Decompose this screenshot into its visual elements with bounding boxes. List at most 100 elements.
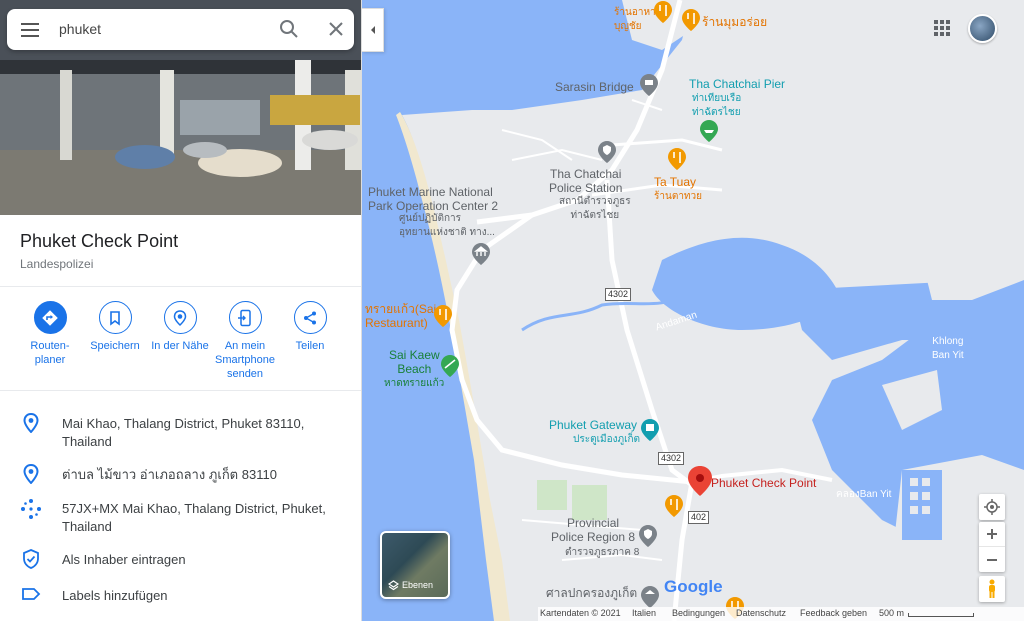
directions-button[interactable]: Routen- planer: [15, 301, 85, 367]
google-logo: Google: [664, 577, 723, 596]
place-title: Phuket Check Point: [20, 231, 179, 251]
map-label-phuket-gateway-thai: ประตูเมืองภูเก็ต: [573, 434, 641, 445]
zoom-in-button[interactable]: [979, 522, 1005, 547]
collapse-panel-button[interactable]: [362, 8, 384, 52]
layers-icon: [388, 580, 399, 591]
restaurant-pin-icon[interactable]: [665, 495, 683, 517]
map-label-khlong-ban-yit: Khlong Ban Yit: [932, 336, 964, 361]
location-pin-icon: [20, 464, 42, 486]
selected-place-pin-icon[interactable]: [688, 466, 712, 496]
zoom-controls: [979, 522, 1005, 572]
map-label-sai-kaew-thai: หาดทรายแก้ว: [384, 378, 445, 389]
map-canvas[interactable]: ร้านอาหาร บุญชัย ร้านมุมอร่อย Sarasin Bri…: [362, 0, 1024, 621]
pegman-icon: [989, 579, 995, 598]
beach-pin-icon[interactable]: [441, 355, 459, 377]
save-label: Speichern: [90, 340, 140, 352]
map-label-court[interactable]: ศาลปกครองภูเก็ต: [546, 586, 637, 600]
road-shield-4302: 4302: [658, 452, 685, 465]
plus-code-icon: [20, 498, 42, 520]
road-shield-4302: 4302: [605, 288, 632, 301]
map-label-police-station-thai: สถานีตำรวจภูธร ท่าฉัตรไชย: [559, 196, 631, 221]
chevron-left-icon: [370, 26, 375, 34]
directions-icon: [33, 301, 67, 334]
road-shield-402: 402: [688, 511, 710, 524]
map-label-provincial-police[interactable]: Provincial Police Region 8: [551, 516, 635, 544]
claim-business-text: Als Inhaber eintragen: [62, 552, 186, 567]
apps-grid-icon[interactable]: [934, 20, 950, 36]
nearby-label: In der Nähe: [151, 340, 209, 352]
minus-icon: [987, 558, 997, 561]
restaurant-pin-icon[interactable]: [682, 9, 700, 31]
region-link[interactable]: Italien: [632, 608, 656, 618]
map-label-phuket-gateway[interactable]: Phuket Gateway: [549, 418, 637, 432]
nearby-button[interactable]: In der Nähe: [145, 301, 215, 353]
divider: [0, 286, 361, 287]
restaurant-pin-icon[interactable]: [654, 1, 672, 23]
restaurant-pin-icon[interactable]: [668, 148, 686, 170]
map-label-marine-center[interactable]: Phuket Marine National Park Operation Ce…: [368, 185, 498, 213]
place-panel: Phuket Check Point Landespolizei Routen-…: [0, 0, 362, 621]
search-input[interactable]: [59, 17, 259, 41]
share-icon: [293, 301, 327, 334]
map-label-ta-tuay-thai: ร้านตาทวย: [654, 191, 702, 202]
address-thai-text: ต่าบล ไม้ขาว อ่าเภอถลาง ภูเก็ต 83110: [62, 467, 277, 482]
scale-bar: [908, 613, 974, 617]
place-photo[interactable]: [0, 0, 361, 215]
address-text: Mai Khao, Thalang District, Phuket 83110…: [62, 416, 305, 449]
plus-code-text: 57JX+MX Mai Khao, Thalang District, Phuk…: [62, 501, 326, 534]
ferry-pin-icon[interactable]: [700, 120, 718, 142]
map-label-pier-thai: ท่าเทียบเรือ ท่าฉัตรไชย: [692, 93, 742, 118]
add-label-text: Labels hinzufügen: [62, 588, 168, 603]
feedback-link[interactable]: Feedback geben: [800, 608, 867, 618]
bridge-pin-icon[interactable]: [640, 74, 658, 96]
map-label-sai-restaurant[interactable]: ทรายแก้ว(Sai Restaurant): [365, 302, 436, 330]
zoom-out-button[interactable]: [979, 547, 1005, 572]
send-to-phone-label: An mein Smartphone senden: [215, 340, 275, 380]
privacy-link[interactable]: Datenschutz: [736, 608, 786, 618]
account-avatar[interactable]: [968, 14, 997, 43]
search-box: [7, 9, 354, 50]
government-pin-icon[interactable]: [472, 243, 490, 265]
street-view-button[interactable]: [979, 576, 1005, 602]
map-label-provincial-police-thai: ตำรวจภูธรภาค 8: [565, 547, 640, 558]
place-category[interactable]: Landespolizei: [20, 257, 93, 271]
map-label-sai-kaew-beach[interactable]: Sai Kaew Beach: [389, 348, 440, 376]
menu-icon[interactable]: [19, 20, 41, 38]
label-tag-icon: [20, 585, 42, 607]
save-button[interactable]: Speichern: [80, 301, 150, 353]
layers-button[interactable]: Ebenen: [380, 531, 450, 599]
government-pin-icon[interactable]: [641, 586, 659, 608]
map-data-credit: Kartendaten © 2021: [540, 608, 621, 618]
restaurant-pin-icon[interactable]: [434, 305, 452, 327]
map-label-police-station[interactable]: Tha Chatchai Police Station: [549, 167, 622, 195]
directions-label: Routen- planer: [30, 340, 70, 366]
share-label: Teilen: [295, 340, 325, 352]
location-pin-icon: [20, 413, 42, 435]
nearby-icon: [163, 301, 197, 334]
verified-shield-icon: [20, 549, 42, 571]
landmark-pin-icon[interactable]: [641, 419, 659, 441]
map-label-pier[interactable]: Tha Chatchai Pier: [689, 77, 785, 91]
send-to-phone-icon: [228, 301, 262, 334]
divider: [0, 390, 361, 391]
share-button[interactable]: Teilen: [275, 301, 345, 353]
scale-label[interactable]: 500 m: [879, 608, 904, 618]
map-label-sarasin-bridge[interactable]: Sarasin Bridge: [555, 80, 634, 94]
map-label-ban-yit-canal: คลองBan Yit: [836, 489, 892, 500]
layers-label: Ebenen: [402, 580, 434, 590]
map-label-ta-tuay[interactable]: Ta Tuay: [654, 175, 696, 189]
my-location-button[interactable]: [979, 494, 1005, 520]
search-icon[interactable]: [279, 19, 299, 39]
send-to-phone-button[interactable]: An mein Smartphone senden: [210, 301, 280, 381]
terms-link[interactable]: Bedingungen: [672, 608, 725, 618]
map-label-checkpoint[interactable]: Phuket Check Point: [711, 476, 816, 490]
bookmark-icon: [98, 301, 132, 334]
plus-icon: [987, 529, 997, 539]
police-pin-icon[interactable]: [598, 141, 616, 163]
close-icon[interactable]: [326, 19, 346, 39]
my-location-icon: [984, 499, 1000, 515]
map-label-marine-center-thai: ศูนย์ปฏิบัติการ อุทยานแห่งชาติ ทาง...: [399, 213, 495, 238]
map-label-restaurant-mumaroi[interactable]: ร้านมุมอร่อย: [702, 15, 767, 29]
police-pin-icon[interactable]: [639, 525, 657, 547]
map-footer: Kartendaten © 2021 Italien Bedingungen D…: [538, 607, 1024, 621]
